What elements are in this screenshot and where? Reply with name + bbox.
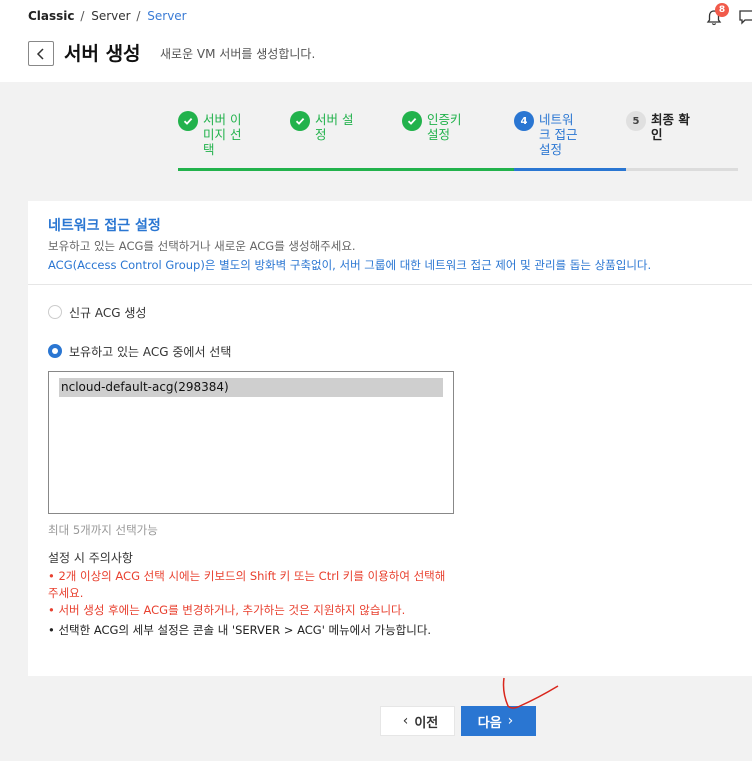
breadcrumb-separator: / [76, 9, 85, 23]
divider [28, 284, 752, 285]
breadcrumb-root[interactable]: Classic [28, 9, 75, 23]
note-item: • 선택한 ACG의 세부 설정은 콘솔 내 'SERVER > ACG' 메뉴… [48, 623, 432, 637]
step-1-label: 서버 이미지 선택 [203, 112, 242, 157]
notes-title: 설정 시 주의사항 [48, 551, 133, 565]
step-2-progress-bar [290, 168, 402, 171]
existing-acg-option[interactable]: 보유하고 있는 ACG 중에서 선택 [48, 342, 231, 360]
new-acg-label: 신규 ACG 생성 [69, 305, 147, 320]
section-title: 네트워크 접근 설정 [48, 218, 161, 234]
breadcrumb: Classic / Server / Server [28, 9, 187, 23]
step-4-progress-bar [514, 168, 626, 171]
new-acg-option[interactable]: 신규 ACG 생성 [48, 303, 146, 321]
check-icon [178, 111, 198, 131]
step-5-number: 5 [626, 111, 646, 131]
chevron-left-icon [36, 47, 44, 60]
check-icon [402, 111, 422, 131]
notification-badge: 8 [715, 3, 729, 17]
prev-button-label: 이전 [414, 715, 439, 731]
next-button[interactable]: 다음 › [461, 706, 536, 736]
step-4-label: 네트워크 접근 설정 [539, 112, 578, 157]
step-1-progress-bar [178, 168, 290, 171]
step-3-progress-bar [402, 168, 514, 171]
step-indicator: 서버 이미지 선택 서버 설정 인증키 설정 4 네트워크 접근 설정 5 최종… [178, 108, 738, 172]
step-5: 5 최종 확인 [626, 108, 738, 172]
chevron-right-icon: › [507, 713, 514, 729]
step-3: 인증키 설정 [402, 108, 514, 172]
acg-description: ACG(Access Control Group)은 별도의 방화벽 구축없이,… [48, 258, 652, 272]
step-1: 서버 이미지 선택 [178, 108, 290, 172]
step-5-progress-bar [626, 168, 738, 171]
existing-acg-radio[interactable] [48, 344, 62, 358]
top-header: Classic / Server / Server 8 서버 생성 새로운 VM… [0, 0, 752, 82]
page-subtitle: 새로운 VM 서버를 생성합니다. [160, 47, 316, 61]
acg-listbox[interactable]: ncloud-default-acg(298384) [48, 371, 454, 514]
chevron-left-icon: ‹ [402, 713, 409, 729]
breadcrumb-current[interactable]: Server [147, 9, 186, 23]
network-access-panel: 네트워크 접근 설정 보유하고 있는 ACG를 선택하거나 새로운 ACG를 생… [28, 201, 752, 676]
note-item: • 2개 이상의 ACG 선택 시에는 키보드의 Shift 키 또는 Ctrl… [48, 569, 446, 600]
section-description: 보유하고 있는 ACG를 선택하거나 새로운 ACG를 생성해주세요. [48, 239, 356, 253]
step-4: 4 네트워크 접근 설정 [514, 108, 626, 172]
back-button[interactable] [28, 41, 54, 66]
step-2-label: 서버 설정 [315, 112, 354, 142]
existing-acg-label: 보유하고 있는 ACG 중에서 선택 [69, 344, 232, 359]
chat-icon[interactable] [739, 9, 752, 25]
breadcrumb-level1[interactable]: Server [91, 9, 130, 23]
acg-list-option[interactable]: ncloud-default-acg(298384) [59, 378, 443, 397]
breadcrumb-separator: / [132, 9, 141, 23]
page-title: 서버 생성 [64, 43, 141, 65]
step-4-number: 4 [514, 111, 534, 131]
step-5-label: 최종 확인 [651, 112, 690, 142]
check-icon [290, 111, 310, 131]
step-2: 서버 설정 [290, 108, 402, 172]
step-3-label: 인증키 설정 [427, 112, 462, 142]
new-acg-radio[interactable] [48, 305, 62, 319]
selection-limit-text: 최대 5개까지 선택가능 [48, 523, 158, 537]
note-item: • 서버 생성 후에는 ACG를 변경하거나, 추가하는 것은 지원하지 않습니… [48, 603, 406, 617]
prev-button[interactable]: ‹ 이전 [380, 706, 455, 736]
next-button-label: 다음 [477, 715, 502, 731]
